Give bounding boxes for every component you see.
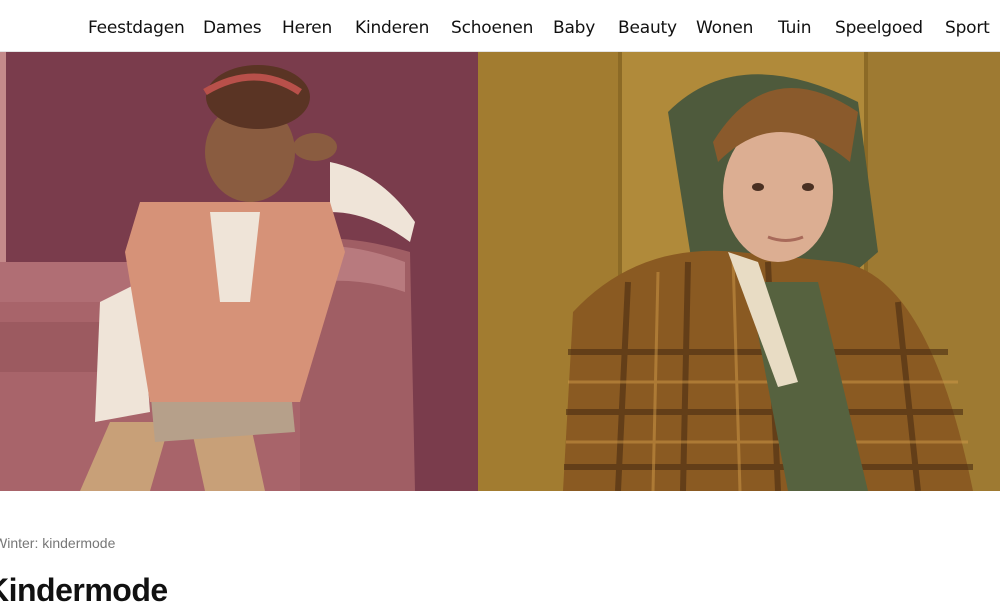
main-navigation: Feestdagen Dames Heren Kinderen Schoenen… [0,0,1000,52]
hero-image-right[interactable] [478,52,1000,491]
nav-item-dames[interactable]: Dames [203,0,262,52]
nav-item-heren[interactable]: Heren [282,0,332,52]
breadcrumb: Winter: kindermode [0,535,115,551]
breadcrumb-current[interactable]: Winter: kindermode [0,535,115,551]
nav-item-beauty[interactable]: Beauty [618,0,677,52]
girl-on-sofa-photo [0,52,478,491]
nav-item-speelgoed[interactable]: Speelgoed [835,0,923,52]
hero-image-left[interactable] [0,52,478,491]
nav-item-sport[interactable]: Sport [945,0,990,52]
hero-banner[interactable] [0,52,1000,491]
nav-item-feestdagen[interactable]: Feestdagen [88,0,185,52]
page-title: Kindermode [0,572,168,608]
boy-in-flannel-jacket-photo [478,52,1000,491]
nav-item-tuin[interactable]: Tuin [778,0,811,52]
nav-item-schoenen[interactable]: Schoenen [451,0,533,52]
nav-item-wonen[interactable]: Wonen [696,0,753,52]
nav-item-kinderen[interactable]: Kinderen [355,0,429,52]
nav-item-baby[interactable]: Baby [553,0,595,52]
